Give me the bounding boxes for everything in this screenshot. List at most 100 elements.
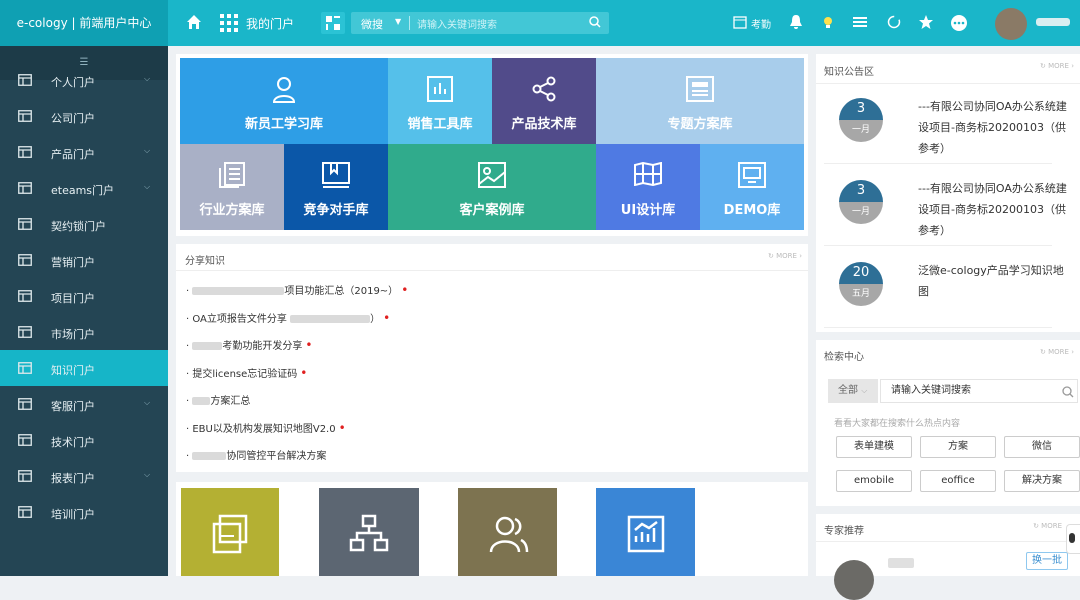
- more-link[interactable]: ↻ MORE ›: [1040, 348, 1074, 356]
- hot-search-tag[interactable]: 表单建模: [836, 436, 912, 458]
- image-tile[interactable]: [319, 488, 419, 576]
- chevron-down-icon[interactable]: ⌵: [144, 470, 150, 480]
- sidebar-item[interactable]: 市场门户: [0, 314, 168, 350]
- document-icon: [219, 162, 245, 188]
- tile-label: 新员工学习库: [244, 117, 323, 132]
- bar-chart-icon: [427, 76, 453, 102]
- search-center-panel: 检索中心 ↻ MORE › 全部 ⌵ 请输入关键词搜索 看看大家都在搜索什么热点…: [816, 340, 1080, 506]
- hot-search-tag[interactable]: eoffice: [920, 470, 996, 492]
- sidebar-item[interactable]: 客服门户 ⌵: [0, 386, 168, 422]
- notice-item[interactable]: 3 一月 ---有限公司协同OA办公系统建设项目-商务标20200103（供参考）: [824, 92, 1067, 164]
- tile-industry-solution-library[interactable]: 行业方案库: [180, 144, 284, 230]
- sidebar-item[interactable]: 技术门户: [0, 422, 168, 458]
- avatar[interactable]: [995, 8, 1027, 40]
- tile-customer-case-library[interactable]: 客户案例库: [388, 144, 596, 230]
- refresh-icon[interactable]: [886, 14, 902, 30]
- sidebar-item-label: 公司门户: [51, 112, 95, 125]
- change-batch-button[interactable]: 换一批: [1026, 552, 1068, 570]
- search-input[interactable]: 请输入关键词搜索: [417, 16, 497, 31]
- tile-sales-tools-library[interactable]: 销售工具库: [388, 58, 492, 144]
- hot-search-tag[interactable]: 微信: [1004, 436, 1080, 458]
- tile-ui-design-library[interactable]: UI设计库: [596, 144, 700, 230]
- search-hint: 看看大家都在搜索什么热点内容: [834, 419, 961, 429]
- star-icon[interactable]: [918, 14, 934, 30]
- home-icon[interactable]: [186, 14, 202, 30]
- search-type-toggle[interactable]: [321, 12, 345, 34]
- chevron-down-icon[interactable]: ⌵: [144, 146, 150, 156]
- user-name-blurred[interactable]: [1036, 18, 1070, 26]
- search-input[interactable]: 请输入关键词搜索: [880, 379, 1078, 403]
- sidebar: ☰ 个人门户 ⌵ 公司门户 产品门户 ⌵ eteams门户 ⌵ 契约锁门户 营销门户 项目门户 市场…: [0, 46, 168, 576]
- portal-icon: [18, 74, 32, 86]
- date-badge: 3 一月: [839, 180, 883, 224]
- search-icon[interactable]: [1062, 386, 1074, 398]
- chevron-down-icon[interactable]: ⌵: [144, 398, 150, 408]
- more-icon[interactable]: [950, 14, 968, 32]
- more-link[interactable]: ↻ MORE: [1033, 522, 1062, 530]
- calendar-icon: [733, 16, 747, 29]
- redacted-text: [192, 397, 211, 405]
- tile-label: 竞争对手库: [303, 203, 369, 218]
- sidebar-item[interactable]: 个人门户 ⌵: [0, 62, 168, 98]
- share-item[interactable]: · 方案汇总: [186, 392, 250, 407]
- sidebar-item[interactable]: 产品门户 ⌵: [0, 134, 168, 170]
- share-item[interactable]: · 提交license忘记验证码 •: [186, 365, 307, 380]
- sidebar-item[interactable]: 知识门户: [0, 350, 168, 386]
- notice-title[interactable]: ---有限公司协同OA办公系统建设项目-商务标20200103（供参考）: [918, 178, 1068, 241]
- sidebar-item[interactable]: eteams门户 ⌵: [0, 170, 168, 206]
- sidebar-item[interactable]: 报表门户 ⌵: [0, 458, 168, 494]
- brand-title[interactable]: e-cology | 前端用户中心: [0, 0, 168, 46]
- share-item[interactable]: · 项目功能汇总（2019~） •: [186, 282, 408, 297]
- portal-icon: [18, 434, 32, 446]
- search-icon[interactable]: [589, 16, 601, 28]
- notice-title[interactable]: 泛微e-cology产品学习知识地图: [918, 260, 1068, 302]
- image-tile[interactable]: [181, 488, 279, 576]
- image-tile[interactable]: [458, 488, 557, 576]
- tile-new-employee-library[interactable]: 新员工学习库: [180, 58, 388, 144]
- sidebar-item[interactable]: 培训门户: [0, 494, 168, 530]
- image-tile[interactable]: [596, 488, 695, 576]
- more-link[interactable]: ↻ MORE ›: [1040, 62, 1074, 70]
- top-bar: e-cology | 前端用户中心 我的门户 微搜 ▼ 请输入关键词搜索 考勤: [0, 0, 1080, 46]
- tile-demo-library[interactable]: DEMO库: [700, 144, 804, 230]
- lightbulb-icon[interactable]: [820, 14, 836, 30]
- expert-recommend-panel: 专家推荐 ↻ MORE 换一批: [816, 514, 1080, 600]
- notice-title[interactable]: ---有限公司协同OA办公系统建设项目-商务标20200103（供参考）: [918, 96, 1068, 159]
- document-stack-icon: [212, 514, 248, 554]
- date-day: 3: [839, 180, 883, 202]
- chevron-down-icon[interactable]: ▼: [395, 17, 401, 26]
- sidebar-item[interactable]: 营销门户: [0, 242, 168, 278]
- apps-grid-icon[interactable]: [220, 14, 238, 32]
- chevron-down-icon: ⌵: [861, 386, 868, 395]
- attendance-link[interactable]: 考勤: [751, 16, 771, 31]
- list-icon[interactable]: [852, 14, 868, 30]
- expert-name-blurred[interactable]: [888, 558, 914, 568]
- tile-product-tech-library[interactable]: 产品技术库: [492, 58, 596, 144]
- sidebar-item[interactable]: 项目门户: [0, 278, 168, 314]
- search-scope-select[interactable]: 微搜: [361, 16, 383, 32]
- chevron-down-icon[interactable]: ⌵: [144, 182, 150, 192]
- bell-icon[interactable]: [788, 14, 804, 30]
- expert-avatar[interactable]: [834, 560, 874, 600]
- sidebar-item-label: 报表门户: [51, 472, 95, 485]
- notice-item[interactable]: 20 五月 泛微e-cology产品学习知识地图: [824, 256, 1064, 328]
- share-item[interactable]: · EBU以及机构发展知识地图V2.0 •: [186, 420, 346, 435]
- notice-item[interactable]: 3 一月 ---有限公司协同OA办公系统建设项目-商务标20200103（供参考）: [824, 174, 1067, 246]
- hot-search-tag[interactable]: 解决方案: [1004, 470, 1080, 492]
- share-item[interactable]: · 考勤功能开发分享 •: [186, 337, 312, 352]
- share-item[interactable]: · 协同管控平台解决方案: [186, 447, 326, 462]
- sidebar-item[interactable]: 契约锁门户: [0, 206, 168, 242]
- search-scope-select[interactable]: 全部 ⌵: [828, 379, 878, 403]
- global-search[interactable]: 微搜 ▼ 请输入关键词搜索: [351, 12, 609, 34]
- tile-competitor-library[interactable]: 竞争对手库: [284, 144, 388, 230]
- share-item[interactable]: · OA立项报告文件分享 ） •: [186, 310, 390, 325]
- my-portal-menu[interactable]: 我的门户: [246, 15, 294, 32]
- chevron-down-icon[interactable]: ⌵: [144, 74, 150, 84]
- hot-search-tag[interactable]: emobile: [836, 470, 912, 492]
- side-float-tab[interactable]: [1066, 524, 1080, 554]
- sidebar-item[interactable]: 公司门户: [0, 98, 168, 134]
- portal-icon: [18, 326, 32, 338]
- more-link[interactable]: ↻ MORE ›: [768, 252, 802, 260]
- hot-search-tag[interactable]: 方案: [920, 436, 996, 458]
- tile-topic-solution-library[interactable]: 专题方案库: [596, 58, 804, 144]
